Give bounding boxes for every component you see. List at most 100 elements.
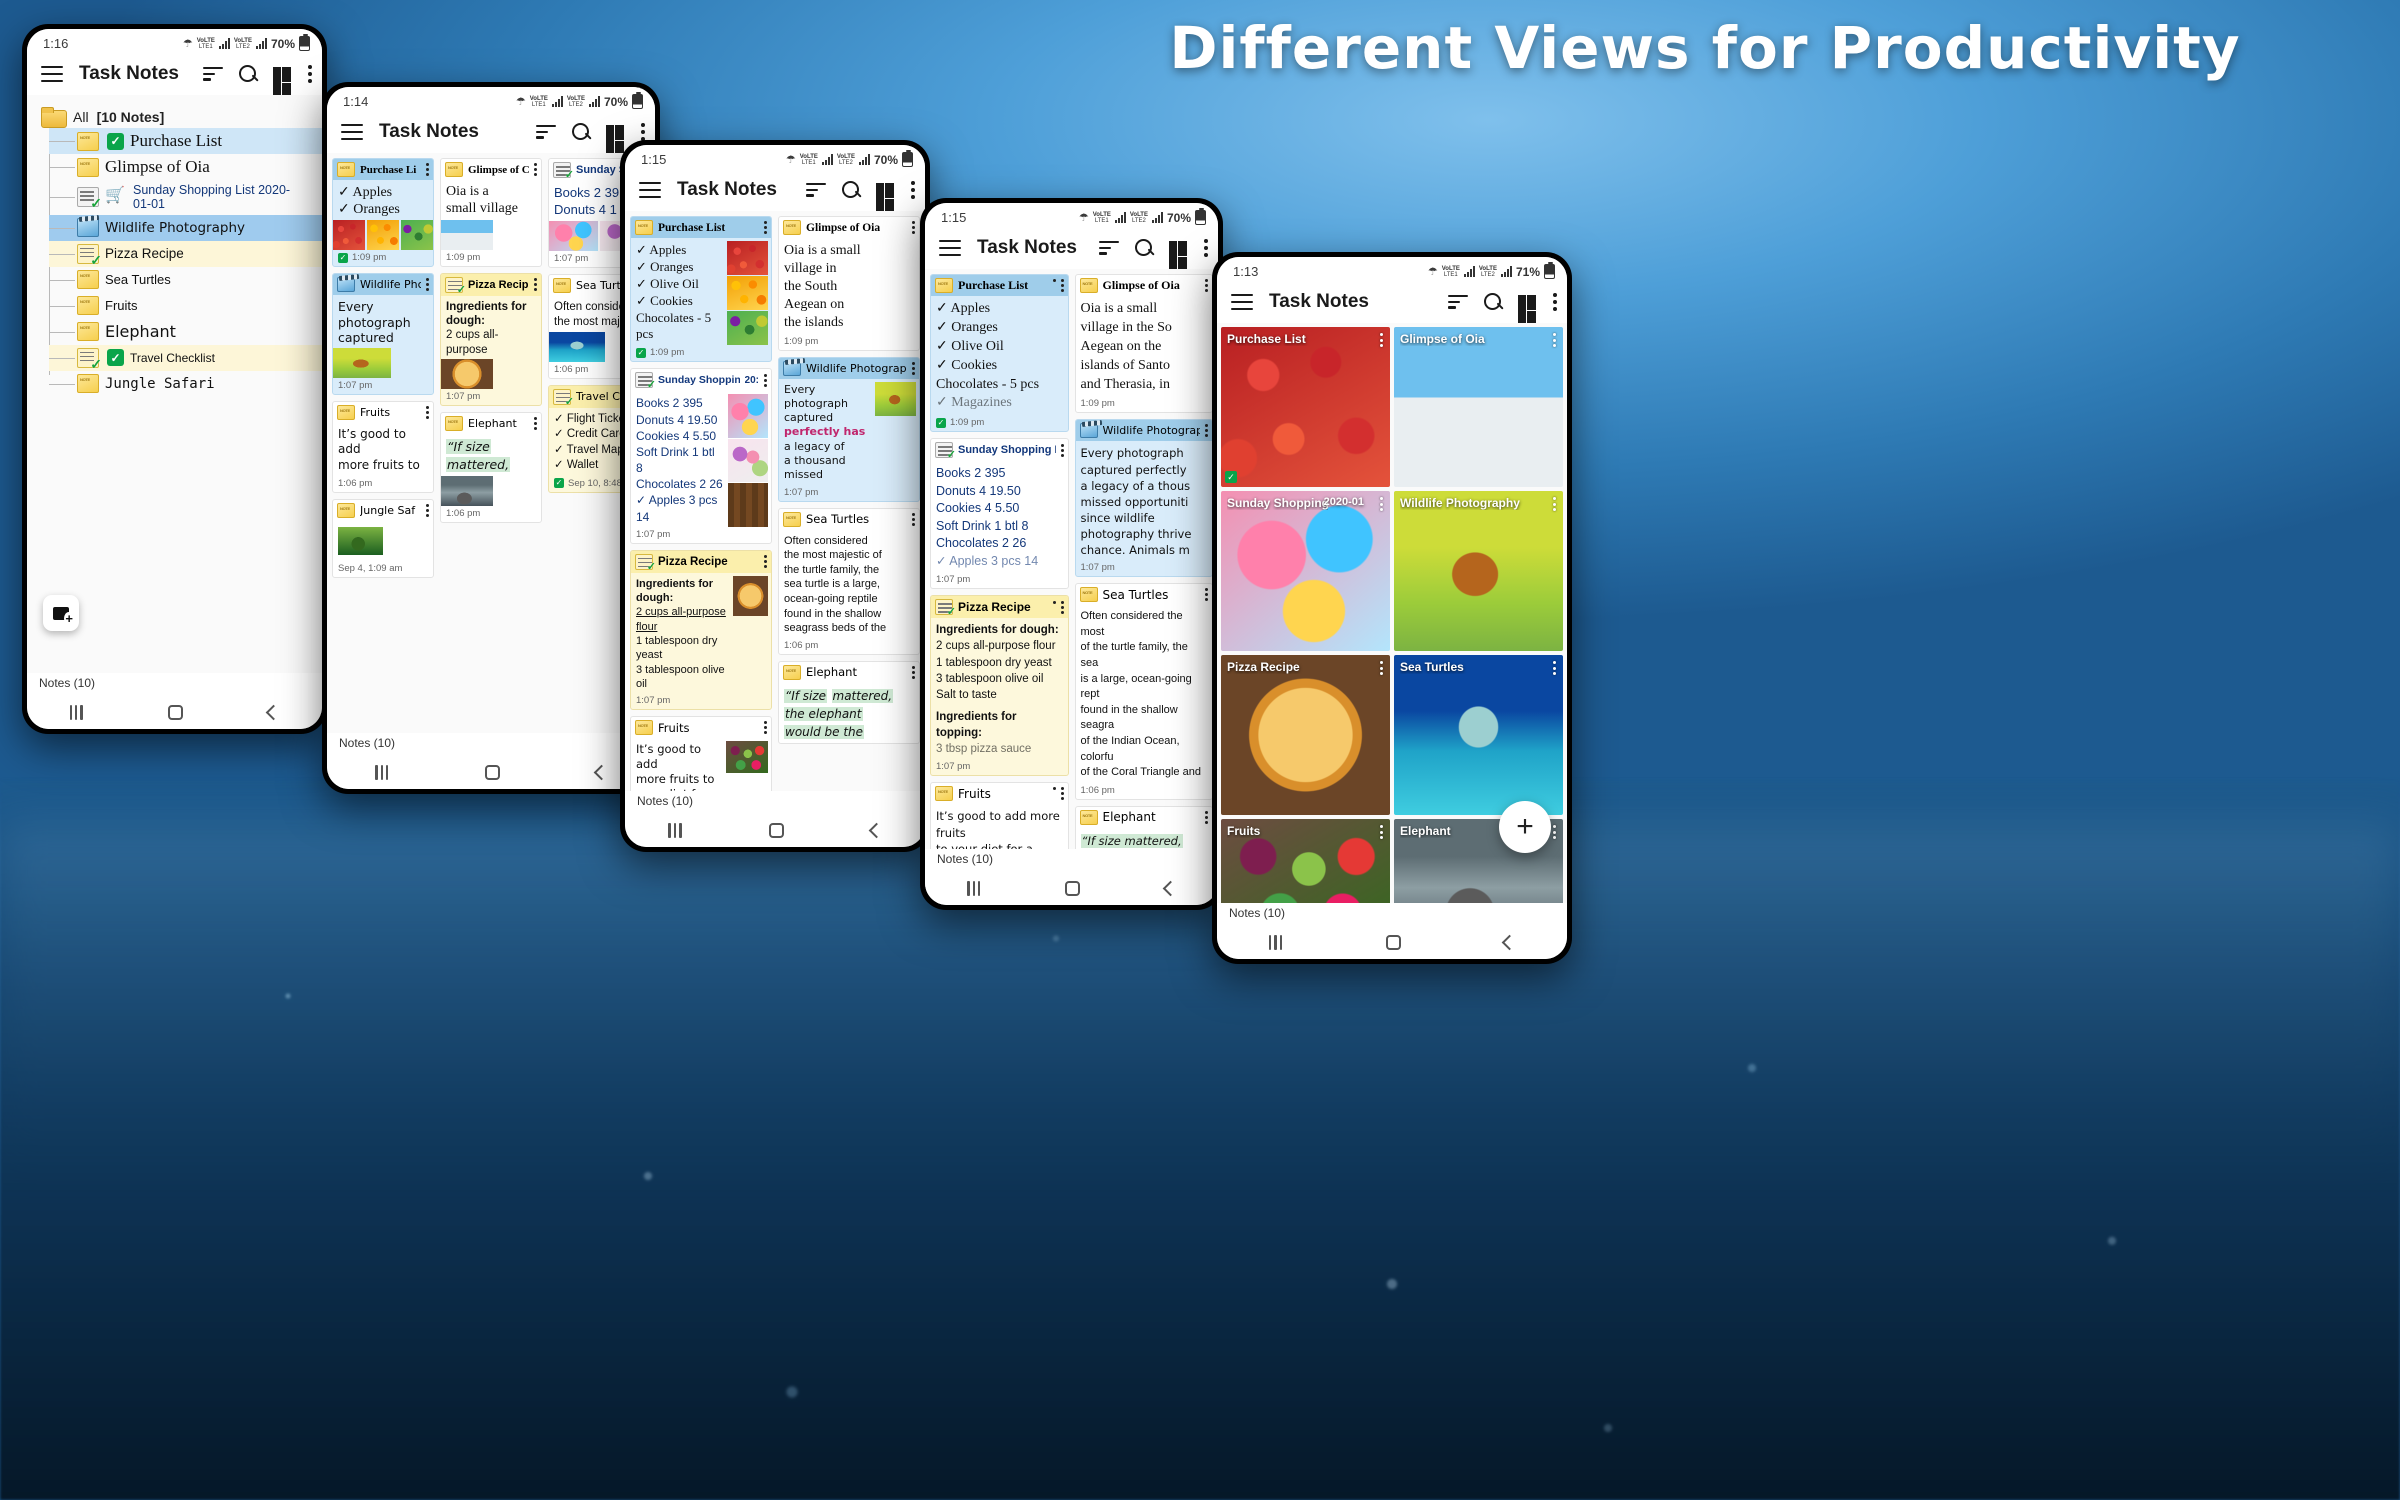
layout-grid-icon[interactable] — [876, 182, 895, 213]
home-button[interactable] — [768, 822, 784, 838]
card-menu-icon[interactable] — [764, 373, 767, 387]
card-menu-icon[interactable] — [1060, 787, 1064, 801]
card-menu-icon[interactable] — [912, 361, 915, 375]
home-button[interactable] — [1065, 880, 1081, 896]
overflow-menu-icon[interactable] — [911, 181, 915, 199]
card-menu-icon[interactable] — [426, 503, 429, 517]
search-icon[interactable] — [572, 123, 590, 141]
tree-row[interactable]: Jungle Safari — [49, 371, 322, 397]
note-card[interactable]: ✓ Sunday Shopping List Books 2 395 Donut… — [930, 438, 1069, 590]
gallery-tile[interactable]: Sea Turtles — [1394, 655, 1563, 815]
sort-icon[interactable] — [536, 125, 556, 139]
tree-root[interactable]: All [10 Notes] — [27, 105, 322, 128]
note-card[interactable]: ✓ Pizza Recipe Ingredients for dough: 2 … — [630, 549, 772, 711]
tree-row[interactable]: ✓ Pizza Recipe — [49, 240, 322, 267]
tile-menu-icon[interactable] — [1553, 497, 1556, 511]
note-card[interactable]: Glimpse of C Oia is a small village 1:09… — [440, 158, 542, 267]
note-card[interactable]: Purchase List ✓ Apples ✓ Oranges ✓ Olive… — [630, 216, 772, 363]
card-menu-icon[interactable] — [764, 555, 767, 569]
home-button[interactable] — [1385, 934, 1401, 950]
card-menu-icon[interactable] — [764, 221, 767, 234]
layout-grid-icon[interactable] — [1169, 240, 1188, 271]
tile-menu-icon[interactable] — [1380, 661, 1383, 675]
note-card[interactable]: Purchase List ✓ Apples ✓ Oranges ✓ Olive… — [930, 274, 1069, 433]
add-note-button[interactable] — [43, 595, 79, 631]
overflow-menu-icon[interactable] — [308, 65, 312, 83]
gallery-tile[interactable]: Purchase List ✓ — [1221, 327, 1390, 487]
card-menu-icon[interactable] — [1205, 424, 1208, 438]
gallery-tile[interactable]: Glimpse of Oia — [1394, 327, 1563, 487]
card-menu-icon[interactable] — [912, 665, 915, 679]
card-menu-icon[interactable] — [426, 405, 429, 419]
checkbox-checked-icon[interactable]: ✓ — [107, 349, 124, 367]
home-button[interactable] — [484, 764, 500, 780]
sort-icon[interactable] — [1099, 241, 1119, 255]
search-icon[interactable] — [1135, 239, 1153, 257]
overflow-menu-icon[interactable] — [1204, 239, 1208, 257]
card-attachment-icon[interactable] — [1052, 787, 1056, 800]
tree-row[interactable]: Wildlife Photography — [49, 214, 322, 241]
card-menu-icon[interactable] — [912, 221, 915, 234]
card-attachment-icon[interactable] — [1052, 279, 1056, 292]
tile-menu-icon[interactable] — [1380, 333, 1383, 347]
overflow-menu-icon[interactable] — [1553, 293, 1557, 311]
layout-grid-icon[interactable] — [273, 66, 292, 97]
hamburger-icon[interactable] — [41, 66, 63, 82]
hamburger-icon[interactable] — [341, 124, 363, 140]
gallery-tile[interactable]: Fruits — [1221, 819, 1390, 903]
card-menu-icon[interactable] — [764, 721, 767, 735]
note-card[interactable]: Purchase Li ✓ Apples ✓ Oranges — [332, 158, 434, 267]
back-button[interactable] — [266, 704, 282, 720]
search-icon[interactable] — [239, 65, 257, 83]
card-menu-icon[interactable] — [1205, 588, 1208, 602]
recents-button[interactable] — [967, 880, 981, 896]
note-card[interactable]: Elephant “If size mattered, the elephant… — [778, 660, 920, 744]
card-menu-icon[interactable] — [1205, 279, 1208, 292]
search-icon[interactable] — [842, 181, 860, 199]
tree-row[interactable]: ✓ 🛒 Sunday Shopping List 2020-01-01 — [49, 180, 322, 215]
tree-row[interactable]: Fruits — [49, 293, 322, 319]
card-menu-icon[interactable] — [1060, 600, 1064, 614]
sort-icon[interactable] — [1448, 295, 1468, 309]
card-menu-icon[interactable] — [1205, 810, 1208, 824]
tile-menu-icon[interactable] — [1380, 825, 1383, 839]
note-card[interactable]: Elephant “If size mattered, the elephant… — [1074, 805, 1213, 849]
search-icon[interactable] — [1484, 293, 1502, 311]
note-card[interactable]: Fruits It’s good to add more fruits to y… — [930, 782, 1069, 849]
card-menu-icon[interactable] — [534, 417, 537, 431]
tree-row[interactable]: ✓ Purchase List — [49, 128, 322, 154]
layout-grid-icon[interactable] — [1518, 294, 1537, 325]
note-card[interactable]: ✓ Pizza Recipe Ingredients for dough: 2 … — [930, 595, 1069, 777]
gallery-tile[interactable]: Pizza Recipe — [1221, 655, 1390, 815]
recents-button[interactable] — [668, 822, 682, 838]
home-button[interactable] — [168, 704, 184, 720]
card-menu-icon[interactable] — [1060, 443, 1064, 457]
card-menu-icon[interactable] — [426, 278, 429, 291]
gallery-tile[interactable]: Wildlife Photography — [1394, 491, 1563, 651]
note-card[interactable]: Fruits It’s good to add more fruits to y… — [630, 716, 772, 791]
note-card[interactable]: Sea Turtles Often considered the most ma… — [778, 507, 920, 655]
recents-button[interactable] — [1268, 934, 1282, 950]
tree-row[interactable]: Sea Turtles — [49, 267, 322, 293]
tile-menu-icon[interactable] — [1553, 825, 1556, 839]
add-note-button[interactable]: + — [1499, 801, 1551, 853]
sort-icon[interactable] — [203, 67, 223, 81]
recents-button[interactable] — [375, 764, 389, 780]
note-card[interactable]: Glimpse of Oia Oia is a small village in… — [778, 216, 920, 351]
tree-row[interactable]: ✓ ✓ Travel Checklist — [49, 344, 322, 371]
note-card[interactable]: ✓ Pizza Recip Ingredients for dough: 2 c… — [440, 272, 542, 407]
card-menu-icon[interactable] — [534, 163, 537, 176]
hamburger-icon[interactable] — [1231, 294, 1253, 310]
tree-row[interactable]: Glimpse of Oia — [49, 154, 322, 180]
card-menu-icon[interactable] — [426, 163, 429, 176]
hamburger-icon[interactable] — [639, 182, 661, 198]
card-menu-icon[interactable] — [1060, 279, 1064, 292]
hamburger-icon[interactable] — [939, 240, 961, 256]
recents-button[interactable] — [69, 704, 83, 720]
overflow-menu-icon[interactable] — [641, 123, 645, 141]
note-card[interactable]: Fruits It’s good to add more fruits to 1… — [332, 400, 434, 493]
note-card[interactable]: Sea Turtles Often considered the most of… — [1074, 583, 1213, 800]
card-menu-icon[interactable] — [912, 512, 915, 526]
note-card[interactable]: Wildlife Photograp Every photograph capt… — [1074, 419, 1213, 578]
checkbox-checked-icon[interactable]: ✓ — [107, 132, 124, 150]
